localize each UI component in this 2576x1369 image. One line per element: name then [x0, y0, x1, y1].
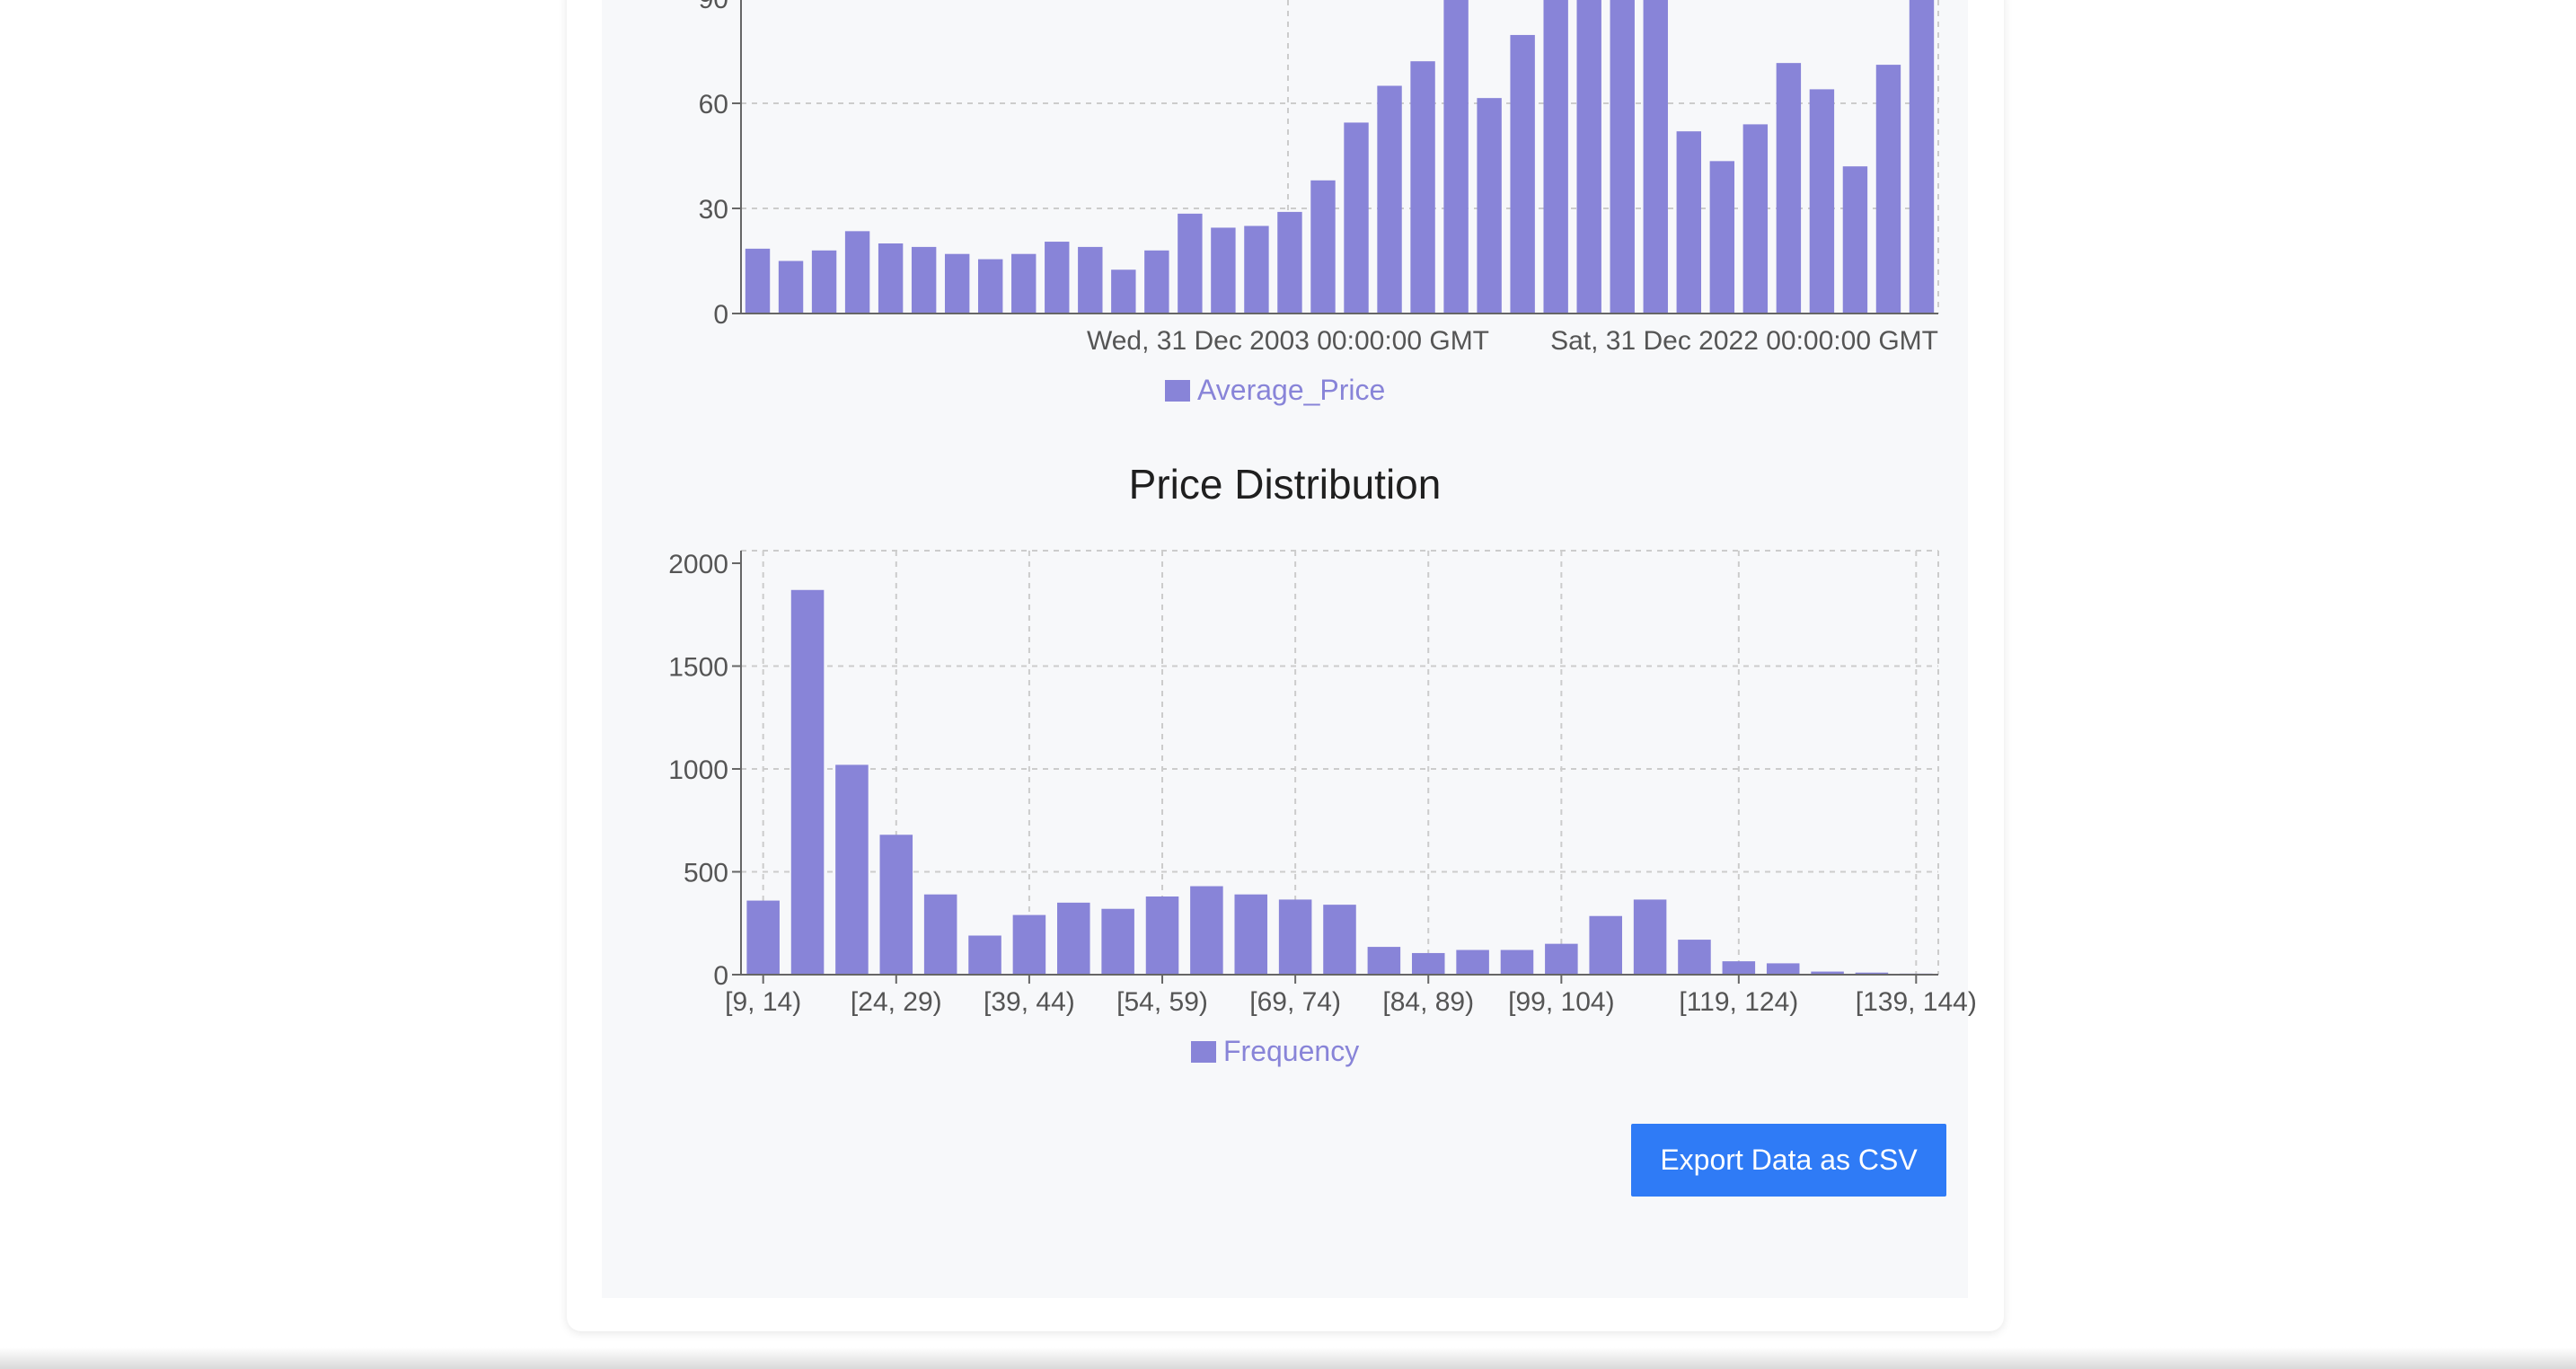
- bar: [1278, 899, 1312, 975]
- bar: [790, 589, 825, 975]
- bar: [1323, 905, 1356, 975]
- bar: [879, 835, 913, 975]
- bar: [746, 900, 780, 975]
- y-tick-label: 1500: [668, 653, 728, 683]
- y-tick-label: 2000: [668, 550, 728, 579]
- bar: [1456, 949, 1489, 975]
- export-csv-button[interactable]: Export Data as CSV: [1631, 1124, 1946, 1197]
- bar: [1633, 899, 1667, 975]
- legend-label: Frequency: [1223, 1035, 1360, 1067]
- x-tick-label: [139, 144): [1856, 987, 1977, 1017]
- bar: [1190, 886, 1223, 975]
- bar: [1411, 952, 1445, 975]
- bar: [1545, 943, 1578, 975]
- bar: [1678, 940, 1711, 975]
- legend-swatch: [1191, 1040, 1216, 1063]
- bar: [1766, 963, 1800, 975]
- bar: [1722, 961, 1756, 975]
- bar: [1367, 947, 1401, 975]
- bar: [1589, 915, 1622, 975]
- x-tick-label: [24, 29): [851, 987, 942, 1017]
- x-tick-label: [39, 44): [984, 987, 1075, 1017]
- price-distribution-chart: 0500100015002000[9, 14) [24, 29) [39, 44)[…: [668, 550, 1977, 1017]
- y-tick-label: 500: [684, 859, 728, 888]
- window-bottom-edge: [0, 1347, 2576, 1369]
- bar: [1234, 894, 1268, 975]
- price-distribution-legend: Frequency: [1191, 1035, 1359, 1068]
- bar: [1012, 914, 1046, 975]
- bar: [1145, 896, 1179, 975]
- x-tick-label: [9, 14): [725, 987, 801, 1017]
- x-tick-label: [69, 74): [1249, 987, 1341, 1017]
- bar: [1057, 902, 1090, 975]
- x-tick-label: [54, 59): [1116, 987, 1208, 1017]
- x-tick-label: [119, 124): [1679, 987, 1798, 1017]
- bar: [1500, 949, 1534, 975]
- bar: [968, 935, 1001, 975]
- bar: [923, 894, 957, 975]
- bar: [1101, 908, 1134, 975]
- y-tick-label: 1000: [668, 755, 728, 785]
- bar: [835, 764, 869, 975]
- x-tick-label: [84, 89): [1382, 987, 1474, 1017]
- x-tick-label: [99, 104): [1508, 987, 1614, 1017]
